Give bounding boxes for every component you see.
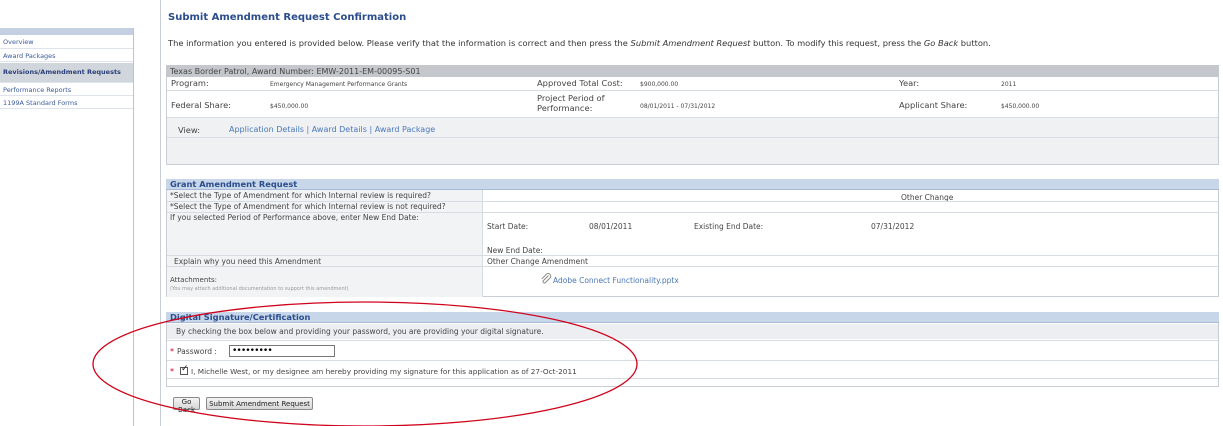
signature-header: Digital Signature/Certification [166, 312, 1219, 323]
federal-share-label: Federal Share: [171, 100, 231, 110]
approved-total-cost-label: Approved Total Cost: [537, 78, 623, 88]
sidebar-border [133, 28, 134, 426]
submit-amendment-request-button[interactable]: Submit Amendment Request [206, 397, 313, 410]
sidebar-item-award-packages[interactable]: Award Packages [0, 50, 133, 62]
instructions-part: button. [958, 38, 991, 48]
sidebar-item-label: Performance Reports [3, 85, 72, 94]
federal-share-value: $450,000.00 [270, 103, 309, 110]
award-details-link[interactable]: Award Details [312, 125, 367, 134]
sidebar-item-label: Overview [3, 38, 34, 46]
link-separator: | [306, 125, 310, 134]
go-back-button[interactable]: Go Back [173, 397, 200, 414]
password-label: Password : [177, 347, 217, 356]
year-label: Year: [899, 78, 920, 88]
required-mark: * [170, 347, 174, 356]
sidebar-item-label: 1199A Standard Forms [3, 98, 78, 107]
instructions-part: The information you entered is provided … [168, 38, 631, 48]
program-label: Program: [171, 78, 209, 88]
amendment-type-required-label: *Select the Type of Amendment for which … [170, 191, 431, 200]
start-date-label: Start Date: [487, 222, 529, 231]
page-title: Submit Amendment Request Confirmation [168, 12, 407, 23]
existing-end-date-label: Existing End Date: [694, 222, 764, 231]
sidebar-item-overview[interactable]: Overview [0, 36, 133, 49]
applicant-share-label: Applicant Share: [899, 100, 968, 110]
required-mark: * [170, 367, 174, 376]
sidebar-header-bar [0, 28, 134, 35]
award-header: Texas Border Patrol, Award Number: EMW-2… [166, 65, 1219, 77]
content-divider [160, 0, 161, 426]
instructions-emphasis: Submit Amendment Request [630, 38, 751, 48]
explain-amendment-value: Other Change Amendment [487, 257, 588, 266]
row-divider [167, 378, 1218, 379]
attachment-file-link[interactable]: Adobe Connect Functionality.pptx [553, 276, 679, 285]
row-divider [167, 340, 1218, 341]
instructions-part: button. To modify this request, press th… [750, 38, 924, 48]
attachments-hint: (You may attach additional documentation… [170, 286, 349, 292]
sidebar-item-1199a-standard-forms[interactable]: 1199A Standard Forms [0, 97, 133, 109]
paperclip-icon [540, 273, 552, 285]
row-divider [167, 360, 1218, 361]
project-period-value: 08/01/2011 - 07/31/2012 [640, 103, 716, 110]
sidebar-item-revisions-amendment-requests[interactable]: Revisions/Amendment Requests [0, 63, 133, 83]
column-divider [482, 190, 483, 297]
link-separator: | [369, 125, 373, 134]
sidebar-item-label: Award Packages [3, 51, 56, 60]
approved-total-cost-value: $900,000.00 [640, 81, 679, 88]
year-value: 2011 [1001, 81, 1017, 88]
start-date-value: 08/01/2011 [589, 222, 633, 231]
applicant-share-value: $450,000.00 [1001, 103, 1040, 110]
award-package-link[interactable]: Award Package [375, 125, 436, 134]
new-end-date-label: New End Date: [487, 246, 543, 255]
sidebar: Overview Award Packages Revisions/Amendm… [0, 28, 134, 426]
certify-text: I, Michelle West, or my designee am here… [191, 367, 577, 376]
view-label: View: [178, 125, 201, 135]
row-divider [167, 266, 1218, 267]
password-input[interactable] [229, 345, 335, 357]
signature-info-text: By checking the box below and providing … [176, 327, 544, 336]
instructions-emphasis: Go Back [923, 38, 959, 48]
row-divider [167, 90, 1218, 91]
instructions-text: The information you entered is provided … [168, 38, 991, 48]
row-divider [167, 137, 1218, 138]
attachments-label: Attachments: [170, 276, 218, 284]
row-divider [167, 255, 1218, 256]
existing-end-date-value: 07/31/2012 [871, 222, 915, 231]
new-end-date-prompt: If you selected Period of Performance ab… [170, 213, 419, 222]
certify-checkbox[interactable] [180, 364, 189, 375]
application-details-link[interactable]: Application Details [229, 125, 304, 134]
view-links: Application Details | Award Details | Aw… [229, 125, 435, 134]
program-value: Emergency Management Performance Grants [270, 81, 408, 88]
amendment-type-not-required-label: *Select the Type of Amendment for which … [170, 202, 446, 211]
sidebar-item-label: Revisions/Amendment Requests [3, 67, 121, 76]
project-period-label: Project Period of Performance: [537, 93, 605, 113]
sidebar-item-performance-reports[interactable]: Performance Reports [0, 84, 133, 96]
explain-amendment-label: Explain why you need this Amendment [174, 257, 322, 266]
amendment-header: Grant Amendment Request [166, 179, 1219, 190]
